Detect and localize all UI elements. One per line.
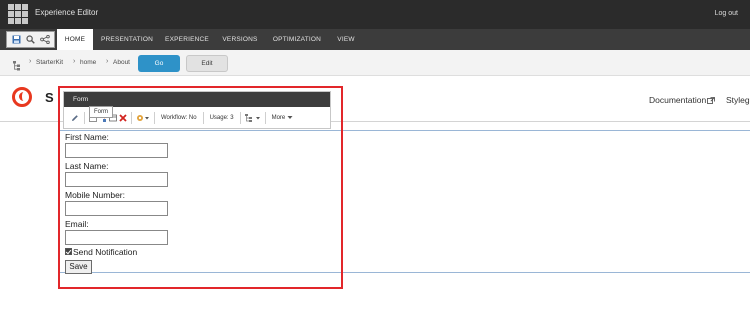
toolbar-divider — [239, 111, 241, 124]
save-icon[interactable] — [11, 34, 22, 45]
breadcrumb-item[interactable]: StarterKit — [36, 59, 63, 66]
breadcrumb-item[interactable]: About — [113, 59, 130, 66]
first-name-label: First Name: — [65, 132, 109, 142]
chevron-right-icon: › — [29, 58, 32, 65]
component-tree-dropdown-icon[interactable] — [244, 107, 262, 128]
chevron-right-icon: › — [106, 58, 109, 65]
chrome-title: Form — [64, 92, 330, 107]
section-frame-bottom — [60, 272, 750, 273]
logout-link[interactable]: Log out — [715, 10, 738, 17]
last-name-label: Last Name: — [65, 161, 109, 171]
chevron-down-icon — [287, 116, 293, 119]
email-label: Email: — [65, 219, 89, 229]
navigation-bar: › StarterKit › home › About — [0, 50, 750, 76]
edit-button[interactable]: Edit — [186, 55, 228, 72]
external-link-icon — [707, 97, 716, 104]
email-field[interactable] — [65, 230, 168, 245]
usage-count[interactable]: Usage: 3 — [207, 107, 237, 128]
experience-editor: Experience Editor Log out HOME PRESENTAT… — [0, 0, 750, 310]
mobile-number-label: Mobile Number: — [65, 190, 125, 200]
more-dropdown[interactable]: More — [269, 107, 297, 128]
pencil-icon[interactable] — [68, 107, 81, 128]
tab-optimization[interactable]: OPTIMIZATION — [268, 29, 326, 50]
toolbar-divider — [264, 111, 266, 124]
quick-access-toolbar — [6, 31, 55, 48]
personalize-dropdown-icon[interactable] — [135, 107, 151, 128]
tab-view[interactable]: VIEW — [332, 29, 360, 50]
tab-home[interactable]: HOME — [57, 29, 93, 50]
ribbon-tab-bar: HOME PRESENTATION EXPERIENCE VERSIONS OP… — [0, 29, 750, 50]
tab-versions[interactable]: VERSIONS — [218, 29, 262, 50]
content-tree-icon[interactable] — [13, 58, 21, 71]
go-button[interactable]: Go — [138, 55, 180, 72]
tab-experience[interactable]: EXPERIENCE — [162, 29, 212, 50]
tab-presentation[interactable]: PRESENTATION — [96, 29, 158, 50]
nav-link-styleguide[interactable]: Styleg — [726, 95, 750, 105]
search-icon[interactable] — [25, 34, 36, 45]
send-notification-label: Send Notification — [73, 247, 138, 257]
section-frame-top — [60, 130, 750, 131]
app-title: Experience Editor — [35, 8, 99, 17]
tooltip: Form — [89, 106, 113, 118]
top-bar: Experience Editor Log out — [0, 0, 750, 29]
save-button[interactable]: Save — [65, 260, 92, 274]
mobile-number-field[interactable] — [65, 201, 168, 216]
share-icon[interactable] — [39, 34, 50, 45]
toolbar-divider — [154, 111, 155, 124]
toolbar-divider — [84, 111, 85, 124]
first-name-field[interactable] — [65, 143, 168, 158]
last-name-field[interactable] — [65, 172, 168, 187]
send-notification-checkbox[interactable] — [65, 248, 72, 255]
toolbar-divider — [202, 111, 204, 124]
breadcrumb-item[interactable]: home — [80, 59, 96, 66]
delete-icon[interactable] — [118, 107, 128, 128]
site-logo-icon[interactable] — [12, 87, 32, 107]
toolbar-divider — [131, 111, 132, 124]
chevron-right-icon: › — [73, 58, 76, 65]
site-logo-text: S — [45, 90, 54, 105]
nav-link-documentation[interactable]: Documentation — [649, 95, 716, 105]
workflow-status[interactable]: Workflow: No — [158, 107, 200, 128]
app-launcher-icon[interactable] — [8, 4, 28, 24]
